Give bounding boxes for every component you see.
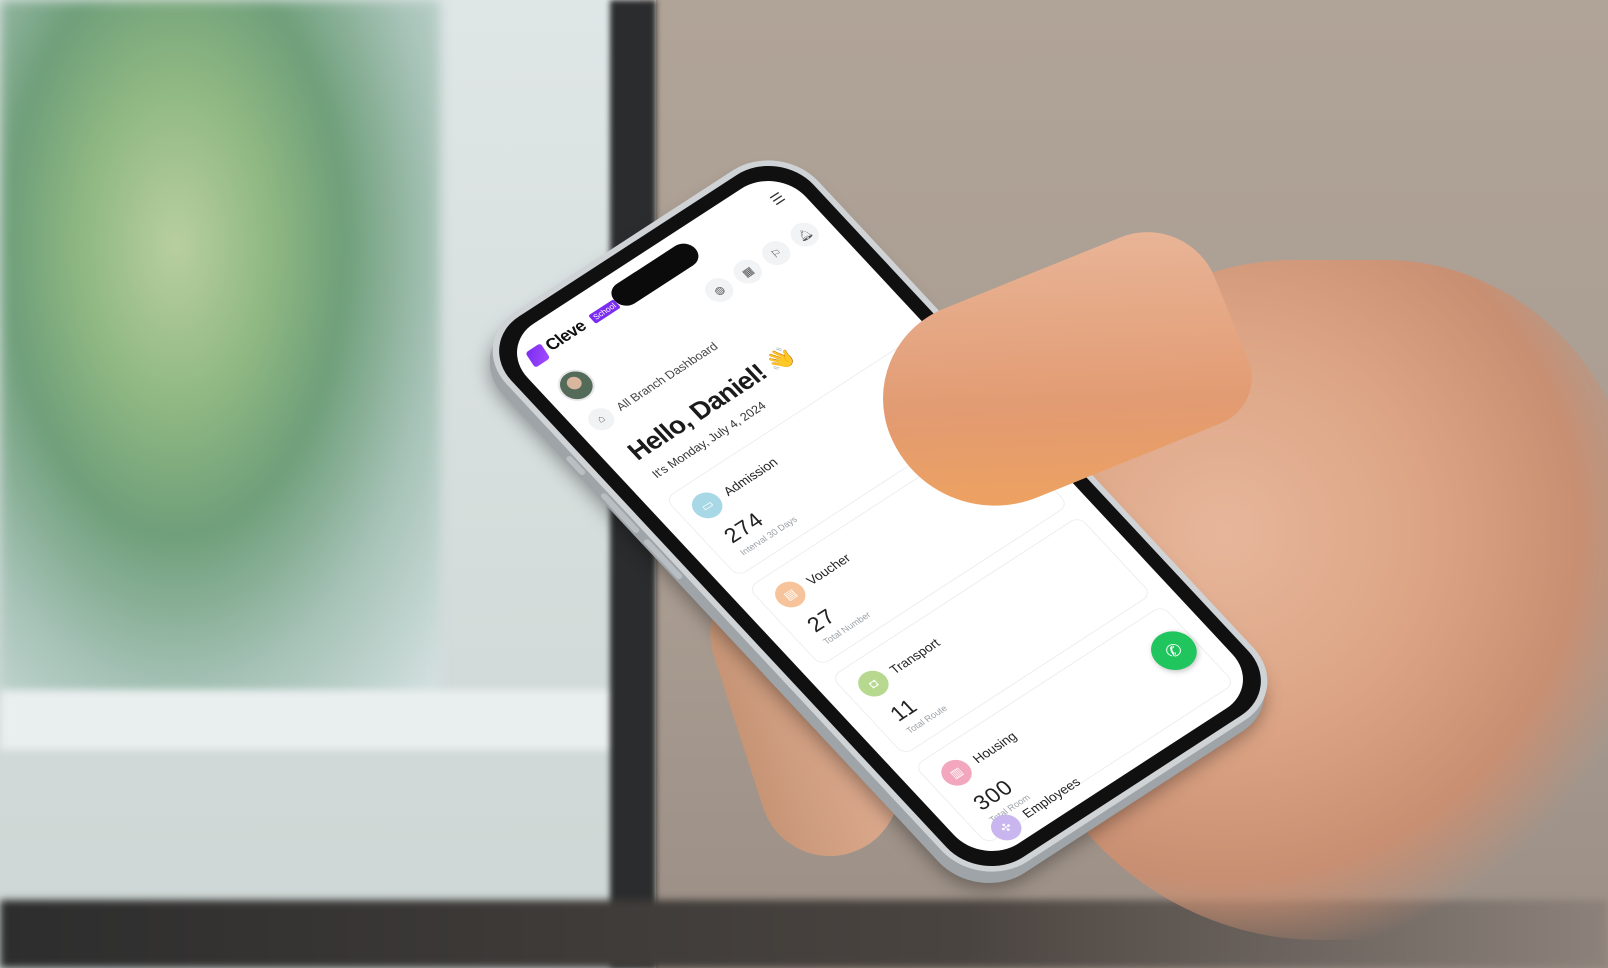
avatar[interactable] — [550, 363, 603, 408]
globe-icon[interactable]: ◍ — [699, 273, 740, 307]
flag-icon[interactable]: ⚐ — [756, 236, 797, 270]
whatsapp-icon: ✆ — [1160, 638, 1187, 662]
card-title: Transport — [886, 635, 943, 677]
bell-icon[interactable]: 🔔︎ — [784, 217, 825, 252]
ticket-icon: ▤ — [768, 576, 812, 613]
users-icon: ✣ — [984, 809, 1028, 846]
hamburger-menu-icon[interactable]: ☰ — [767, 189, 789, 208]
card-title: Admission — [720, 454, 781, 499]
card-title: Housing — [969, 728, 1020, 766]
wave-emoji-icon: 👋 — [760, 342, 801, 377]
id-card-icon: ▭ — [685, 487, 729, 524]
building-icon: ▥ — [935, 754, 978, 791]
background-sill — [0, 690, 640, 750]
background-foliage — [0, 0, 440, 700]
logo-badge: School — [588, 299, 622, 324]
logo-text: Cleve — [541, 316, 591, 355]
home-icon[interactable]: ⌂ — [582, 403, 620, 435]
calendar-icon[interactable]: ▦ — [727, 254, 768, 289]
bus-icon: ◘ — [851, 665, 895, 702]
card-title: Voucher — [803, 550, 854, 588]
